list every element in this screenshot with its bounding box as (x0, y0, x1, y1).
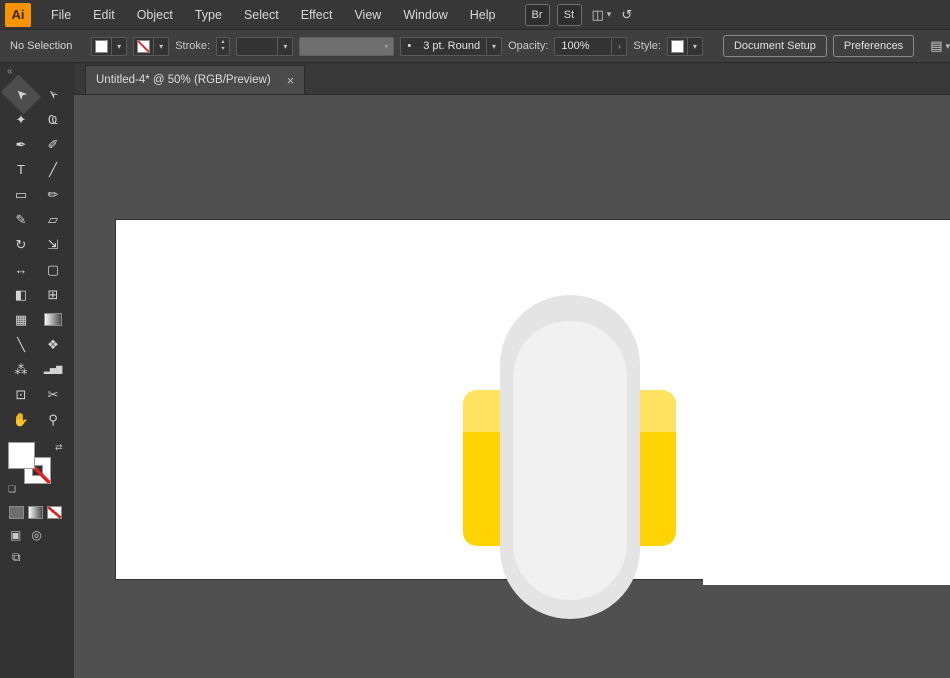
stock-button[interactable]: St (557, 4, 582, 26)
chevron-down-icon: ▾ (153, 38, 168, 55)
menu-item-help[interactable]: Help (459, 0, 507, 30)
free-transform-tool[interactable]: ▢ (37, 257, 69, 282)
chevron-down-icon: ▾ (111, 38, 126, 55)
opacity-value[interactable]: 100% (555, 40, 611, 52)
preferences-button[interactable]: Preferences (833, 35, 914, 57)
brush-definition-dropdown[interactable]: • 3 pt. Round ▾ (400, 37, 502, 56)
fill-stroke-indicator: ⇄ ❏ (8, 442, 66, 498)
chevron-right-icon[interactable]: › (611, 38, 626, 55)
apply-gradient-button[interactable] (28, 506, 43, 519)
tool-grid: ➤ ➣ ✦ Ҩ ✒ ✐ T ╱ ▭ ✏ ✎ ▱ ↻ ⇲ ↔ ▢ ◧ ⊞ ▦ ╲ … (0, 80, 74, 432)
color-mode-row (0, 498, 74, 519)
pill-outer-shape[interactable] (500, 295, 640, 619)
fill-color-dropdown[interactable]: ▾ (91, 37, 127, 56)
collapse-panel-icon[interactable]: « (0, 63, 74, 80)
document-tab-title: Untitled-4* @ 50% (RGB/Preview) (96, 74, 271, 86)
paintbrush-tool[interactable]: ✏ (37, 182, 69, 207)
opacity-label: Opacity: (508, 40, 548, 52)
style-swatch (671, 40, 684, 53)
menu-item-edit[interactable]: Edit (82, 0, 126, 30)
document-setup-button[interactable]: Document Setup (723, 35, 827, 57)
scale-tool[interactable]: ⇲ (37, 232, 69, 257)
swap-fill-stroke-icon[interactable]: ⇄ (55, 442, 63, 453)
bridge-button[interactable]: Br (525, 4, 550, 26)
column-graph-tool[interactable]: ▂▅▇ (37, 357, 69, 382)
stroke-color-dropdown[interactable]: ▾ (133, 37, 169, 56)
menu-item-file[interactable]: File (40, 0, 82, 30)
pencil-tool[interactable]: ✎ (5, 207, 37, 232)
gradient-tool[interactable] (37, 307, 69, 332)
chevron-down-icon: ▾ (607, 9, 612, 20)
touch-workspace-icon[interactable]: ↺ (621, 7, 632, 23)
default-fill-stroke-icon[interactable]: ❏ (8, 484, 16, 495)
opacity-dropdown[interactable]: 100% › (554, 37, 627, 56)
gradient-swatch-icon (44, 313, 62, 326)
mesh-tool[interactable]: ▦ (5, 307, 37, 332)
menu-item-view[interactable]: View (343, 0, 392, 30)
artboard-edge-strip (703, 578, 950, 585)
artboard-tool[interactable]: ⊡ (5, 382, 37, 407)
draw-normal-icon[interactable]: ▣ (10, 528, 21, 542)
curvature-tool[interactable]: ✐ (37, 132, 69, 157)
document-tab[interactable]: Untitled-4* @ 50% (RGB/Preview) × (85, 65, 305, 94)
panel-grid-icon: ▤ (930, 38, 942, 54)
chevron-down-icon: ▾ (687, 38, 702, 55)
menu-item-effect[interactable]: Effect (290, 0, 344, 30)
apply-color-button[interactable] (9, 506, 24, 519)
rectangle-tool[interactable]: ▭ (5, 182, 37, 207)
selection-status: No Selection (10, 40, 85, 52)
apply-none-button[interactable] (47, 506, 62, 519)
rotate-tool[interactable]: ↻ (5, 232, 37, 257)
chevron-down-icon: ▾ (277, 38, 292, 55)
drawing-modes-row: ▣ ◎ (0, 519, 74, 542)
width-tool[interactable]: ↔ (5, 257, 37, 282)
canvas-area[interactable] (74, 95, 950, 678)
zoom-tool[interactable]: ⚲ (37, 407, 69, 432)
eyedropper-tool[interactable]: ╲ (5, 332, 37, 357)
type-tool[interactable]: T (5, 157, 37, 182)
stroke-label: Stroke: (175, 40, 210, 52)
eraser-tool[interactable]: ▱ (37, 207, 69, 232)
brush-bullet-icon: • (401, 40, 417, 52)
menu-item-type[interactable]: Type (184, 0, 233, 30)
menu-item-window[interactable]: Window (392, 0, 458, 30)
symbol-sprayer-tool[interactable]: ⁂ (5, 357, 37, 382)
fill-swatch (95, 40, 108, 53)
close-tab-icon[interactable]: × (287, 73, 295, 88)
slice-tool[interactable]: ✂ (37, 382, 69, 407)
menu-item-select[interactable]: Select (233, 0, 290, 30)
pill-inner-shape (513, 321, 627, 600)
brush-definition-value: 3 pt. Round (417, 40, 486, 52)
menu-item-object[interactable]: Object (126, 0, 184, 30)
style-label: Style: (633, 40, 661, 52)
style-dropdown[interactable]: ▾ (667, 37, 703, 56)
chevron-down-icon: ▾ (486, 38, 501, 55)
workspace-icon: ◫ (592, 7, 604, 23)
stroke-weight-stepper[interactable]: ▴ ▾ (216, 37, 230, 56)
perspective-grid-tool[interactable]: ⊞ (37, 282, 69, 307)
blend-tool[interactable]: ❖ (37, 332, 69, 357)
document-tab-bar: Untitled-4* @ 50% (RGB/Preview) × (74, 63, 950, 95)
stepper-up-icon[interactable]: ▴ (221, 39, 224, 46)
fill-color-indicator[interactable] (8, 442, 35, 469)
align-panel-dropdown[interactable]: ▤ ▾ (930, 38, 950, 54)
tools-panel: « ➤ ➣ ✦ Ҩ ✒ ✐ T ╱ ▭ ✏ ✎ ▱ ↻ ⇲ ↔ ▢ ◧ ⊞ ▦ … (0, 63, 74, 678)
line-segment-tool[interactable]: ╱ (37, 157, 69, 182)
stepper-down-icon[interactable]: ▾ (221, 46, 224, 53)
screen-mode-icon[interactable]: ⧉ (0, 542, 74, 565)
shape-builder-tool[interactable]: ◧ (5, 282, 37, 307)
control-bar: No Selection ▾ ▾ Stroke: ▴ ▾ ▾ ▾ • 3 pt.… (0, 30, 950, 63)
hand-tool[interactable]: ✋ (5, 407, 37, 432)
variable-width-dropdown: ▾ (299, 37, 394, 56)
menu-bar: Ai File Edit Object Type Select Effect V… (0, 0, 950, 30)
stroke-weight-dropdown[interactable]: ▾ (236, 37, 293, 56)
draw-behind-icon[interactable]: ◎ (31, 528, 41, 542)
stroke-none-swatch (137, 40, 150, 53)
chevron-down-icon: ▾ (379, 38, 393, 55)
app-logo: Ai (5, 3, 31, 27)
workspace-switcher[interactable]: ◫ ▾ (592, 7, 612, 23)
chevron-down-icon: ▾ (945, 41, 950, 52)
pen-tool[interactable]: ✒ (5, 132, 37, 157)
